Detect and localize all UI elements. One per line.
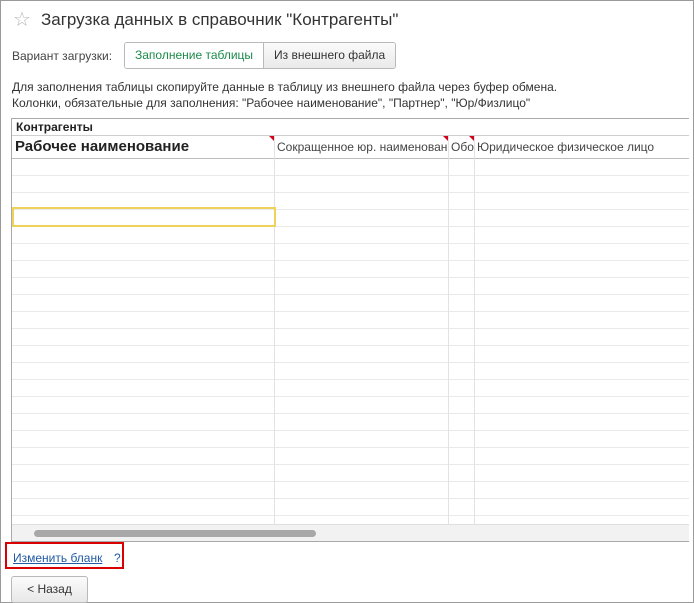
column-header-label: Сокращенное юр. наименование xyxy=(277,140,449,154)
column-divider xyxy=(474,136,475,524)
column-divider xyxy=(274,136,275,524)
table-caption: Контрагенты xyxy=(16,120,93,134)
import-dialog: ☆ Загрузка данных в справочник "Контраге… xyxy=(0,0,694,603)
instruction-line-2: Колонки, обязательные для заполнения: "Р… xyxy=(12,96,531,110)
column-header-working-name[interactable]: Рабочее наименование xyxy=(12,136,275,158)
counterparties-table[interactable]: Контрагенты Рабочее наименование Сокраще… xyxy=(11,118,689,542)
column-header-label: Рабочее наименование xyxy=(15,138,190,155)
column-divider xyxy=(448,136,449,524)
edit-template-highlight: Изменить бланк ? xyxy=(5,542,124,569)
load-variant-switch: Заполнение таблицы Из внешнего файла xyxy=(124,42,397,69)
page-title: Загрузка данных в справочник "Контрагент… xyxy=(41,10,399,29)
edit-template-link[interactable]: Изменить бланк xyxy=(13,551,102,565)
instruction-line-1: Для заполнения таблицы скопируйте данные… xyxy=(12,80,558,94)
scrollbar-thumb[interactable] xyxy=(34,530,316,537)
column-header-short-legal-name[interactable]: Сокращенное юр. наименование xyxy=(275,136,449,158)
tab-fill-table[interactable]: Заполнение таблицы xyxy=(125,43,265,68)
column-header-label: Юридическое физическое лицо xyxy=(477,140,655,154)
help-icon[interactable]: ? xyxy=(114,551,121,565)
star-outline-icon[interactable]: ☆ xyxy=(13,8,31,30)
column-header-label: Обособленное подразделение xyxy=(451,140,474,154)
active-cell[interactable] xyxy=(12,207,276,227)
horizontal-scrollbar[interactable] xyxy=(12,524,689,541)
tab-external-file[interactable]: Из внешнего файла xyxy=(264,43,396,68)
load-variant-label: Вариант загрузки: xyxy=(12,49,113,63)
column-header-legal-physical-person[interactable]: Юридическое физическое лицо xyxy=(475,136,689,158)
back-button[interactable]: < Назад xyxy=(11,576,88,603)
